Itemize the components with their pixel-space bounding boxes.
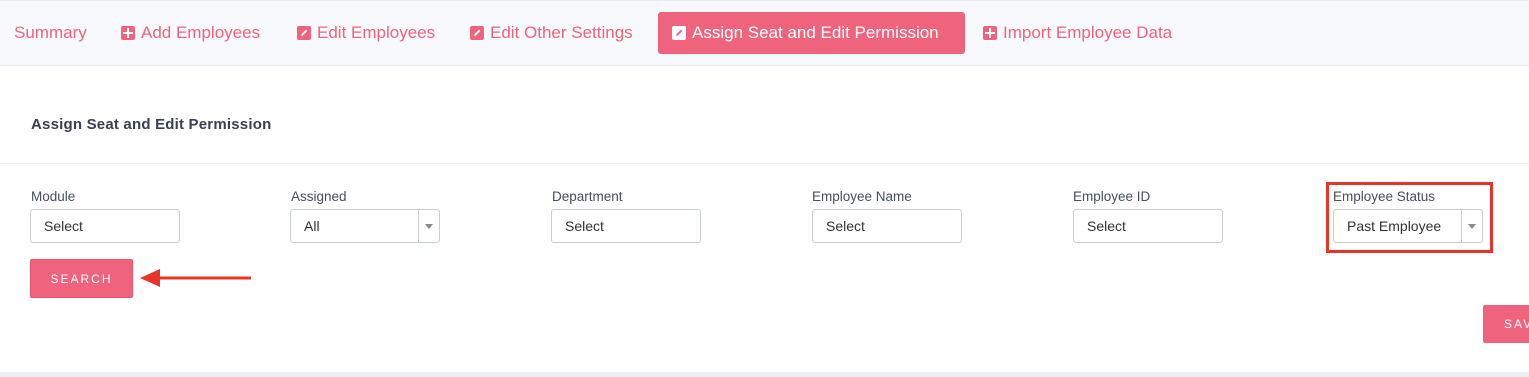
annotation-arrow-icon bbox=[140, 269, 251, 287]
section-title: Assign Seat and Edit Permission bbox=[31, 116, 272, 133]
employee-name-field[interactable]: Select bbox=[812, 209, 962, 243]
employee-id-value: Select bbox=[1087, 218, 1126, 234]
highlight-box bbox=[1326, 182, 1493, 253]
module-field[interactable]: Select bbox=[30, 209, 180, 243]
search-button[interactable]: SEARCH bbox=[30, 259, 133, 298]
tab-import-employee-data-label: Import Employee Data bbox=[1003, 23, 1173, 42]
tab-bar: Summary Add Employees Edit Employees Edi… bbox=[0, 0, 1529, 66]
employee-id-field[interactable]: Select bbox=[1073, 209, 1223, 243]
tab-assign-seat-label: Assign Seat and Edit Permission bbox=[692, 23, 939, 42]
plus-square-icon bbox=[983, 26, 997, 40]
tab-edit-other-settings-label: Edit Other Settings bbox=[490, 23, 633, 42]
edit-icon bbox=[297, 26, 311, 40]
save-button[interactable]: SAV bbox=[1483, 305, 1529, 343]
tab-add-employees[interactable]: Add Employees bbox=[121, 12, 260, 54]
assigned-value: All bbox=[304, 218, 320, 234]
employee-name-label: Employee Name bbox=[812, 189, 912, 204]
chevron-down-icon[interactable] bbox=[418, 210, 439, 242]
department-field[interactable]: Select bbox=[551, 209, 701, 243]
tab-add-employees-label: Add Employees bbox=[141, 23, 261, 42]
tab-assign-seat[interactable]: Assign Seat and Edit Permission bbox=[658, 12, 965, 54]
tab-summary-label: Summary bbox=[14, 23, 87, 42]
tab-summary[interactable]: Summary bbox=[14, 12, 87, 54]
module-label: Module bbox=[31, 189, 76, 204]
plus-square-icon bbox=[121, 26, 135, 40]
employee-id-label: Employee ID bbox=[1073, 189, 1151, 204]
tab-edit-employees[interactable]: Edit Employees bbox=[297, 12, 435, 54]
edit-icon bbox=[470, 26, 484, 40]
tab-edit-other-settings[interactable]: Edit Other Settings bbox=[470, 12, 633, 54]
department-value: Select bbox=[565, 218, 604, 234]
assigned-select[interactable]: All bbox=[290, 209, 440, 243]
tab-import-employee-data[interactable]: Import Employee Data bbox=[983, 12, 1172, 54]
assigned-label: Assigned bbox=[291, 189, 347, 204]
edit-icon bbox=[672, 26, 686, 40]
employee-name-value: Select bbox=[826, 218, 865, 234]
bottom-band bbox=[0, 372, 1529, 377]
divider bbox=[0, 163, 1529, 164]
module-value: Select bbox=[44, 218, 83, 234]
tab-edit-employees-label: Edit Employees bbox=[317, 23, 436, 42]
department-label: Department bbox=[552, 189, 623, 204]
